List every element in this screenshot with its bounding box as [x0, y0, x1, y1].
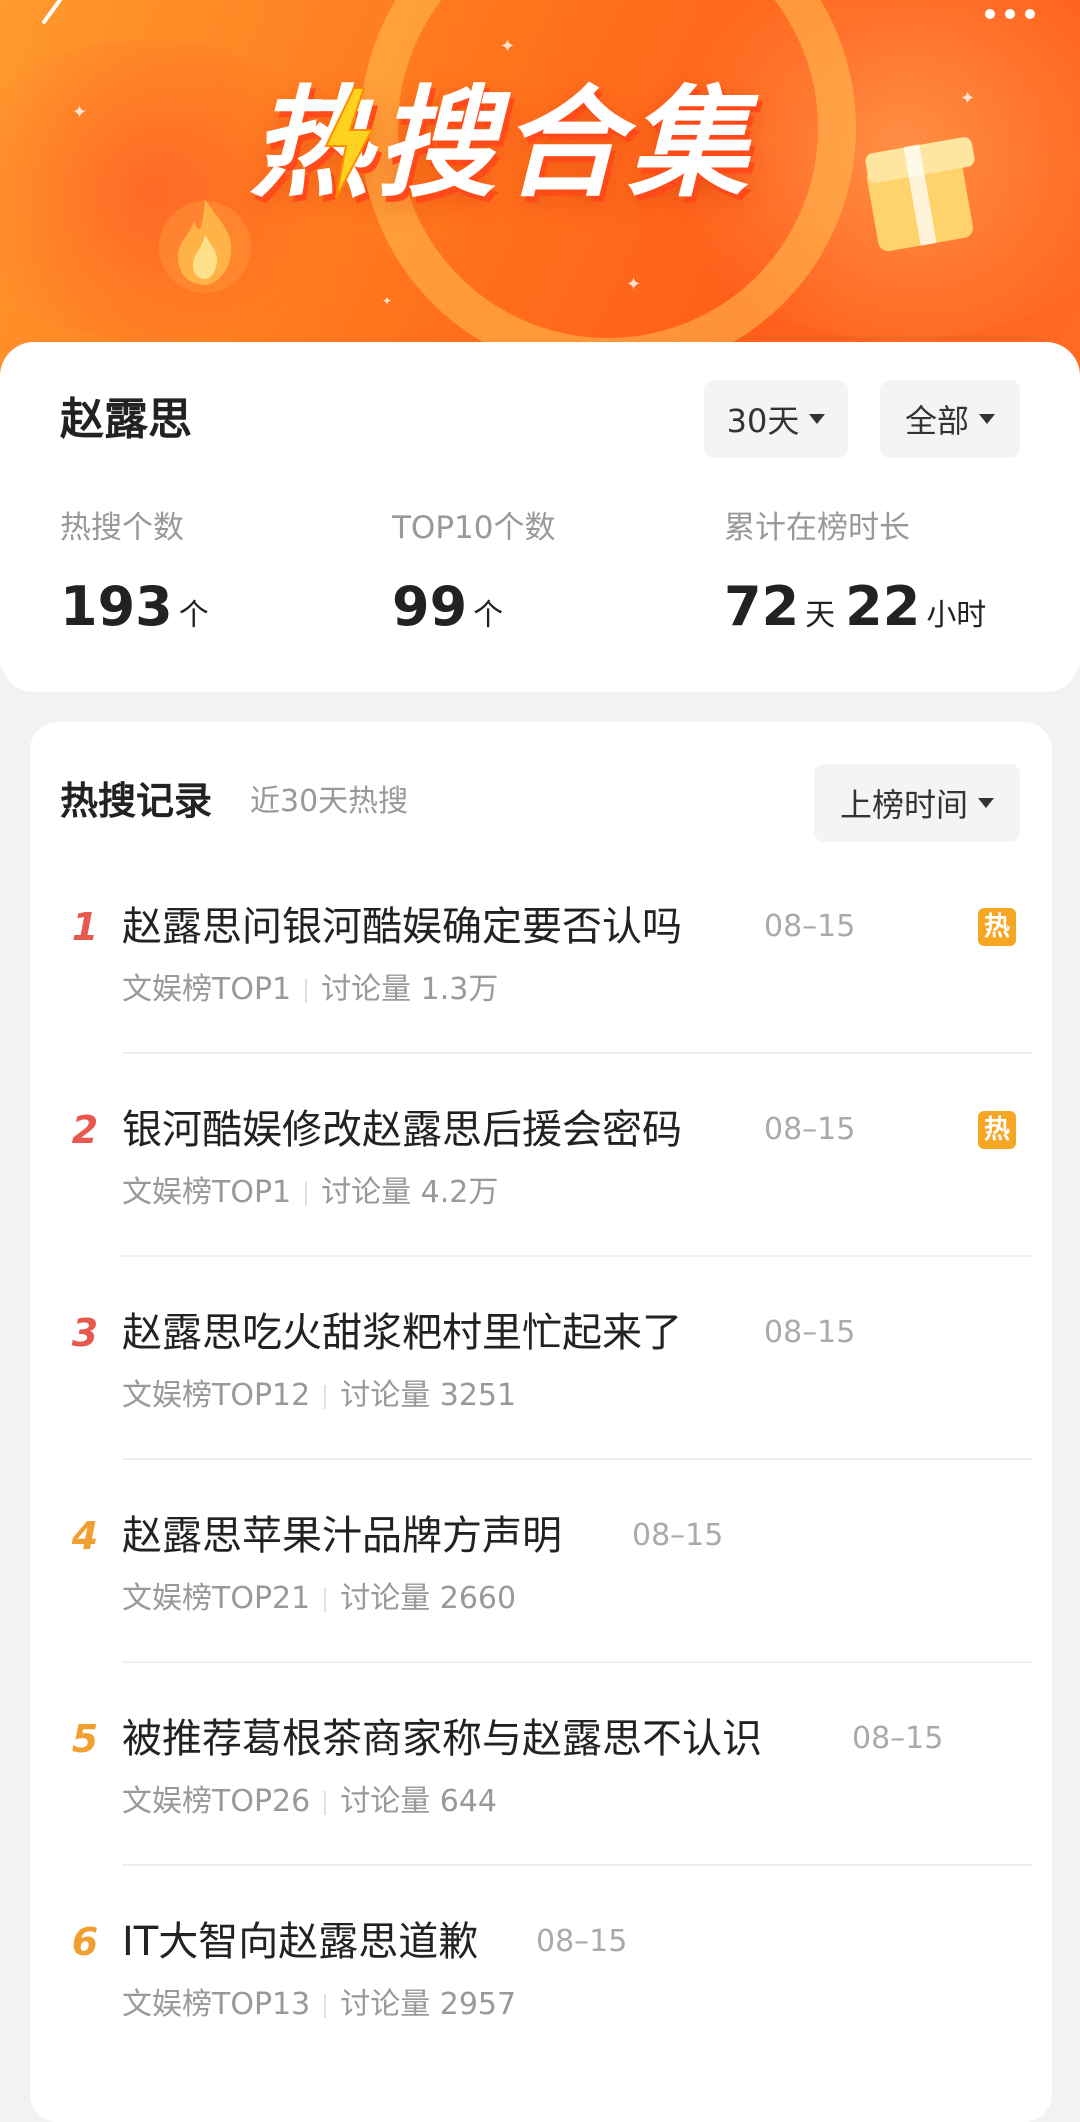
record-rank: 6	[71, 1920, 99, 1964]
meta-separator	[324, 1384, 327, 1409]
dropdown-triangle-icon	[809, 414, 826, 424]
record-rank: 4	[71, 1514, 99, 1558]
celebrity-name: 赵露思	[60, 390, 192, 450]
type-filter-label: 全部	[904, 402, 969, 440]
dropdown-triangle-icon	[978, 798, 994, 808]
record-title[interactable]: IT大智向赵露思道歉	[122, 1915, 478, 1969]
stat-hours-value: 22	[845, 575, 921, 638]
record-title[interactable]: 银河酷娱修改赵露思后援会密码	[122, 1103, 682, 1157]
record-board-rank: 文娱榜TOP12	[122, 1378, 311, 1413]
sort-label: 上榜时间	[839, 786, 968, 824]
record-divider	[122, 1864, 1032, 1866]
stat-value: 193	[60, 575, 173, 638]
more-dots-icon[interactable]	[975, 0, 1045, 34]
record-discussion-count: 讨论量 644	[340, 1784, 497, 1819]
hot-badge: 热	[978, 908, 1016, 946]
record-board-rank: 文娱榜TOP26	[122, 1784, 311, 1819]
stat-days-value: 72	[724, 575, 800, 638]
record-divider	[122, 1661, 1032, 1663]
record-date: 08–15	[536, 1924, 628, 1959]
record-discussion-count: 讨论量 4.2万	[321, 1175, 499, 1210]
sparkle-icon: ✦	[500, 36, 516, 57]
meta-separator	[324, 1993, 327, 2018]
stat-label-hot-count: 热搜个数	[60, 510, 184, 546]
stat-total-duration: 72 天 22 小时	[724, 572, 996, 655]
sort-dropdown[interactable]: 上榜时间	[814, 764, 1020, 842]
period-filter-label: 30天	[726, 402, 800, 440]
record-date: 08–15	[852, 1721, 944, 1756]
record-board-rank: 文娱榜TOP13	[122, 1987, 311, 2022]
sparkle-icon: ✦	[382, 294, 393, 308]
stat-label-top10-count: TOP10个数	[392, 510, 556, 546]
period-filter-dropdown[interactable]: 30天	[704, 380, 848, 458]
dropdown-triangle-icon	[979, 414, 995, 424]
record-rank: 1	[71, 905, 99, 949]
hot-badge: 热	[978, 1111, 1016, 1149]
record-date: 08–15	[764, 1315, 856, 1350]
record-meta: 文娱榜TOP1 讨论量 1.3万	[122, 968, 498, 1012]
record-board-rank: 文娱榜TOP21	[122, 1581, 311, 1616]
record-divider	[122, 1458, 1032, 1460]
record-title[interactable]: 赵露思吃火甜浆粑村里忙起来了	[122, 1306, 682, 1360]
header-banner: ✦ ✦ ✦ ✦ ✦ 热搜合集	[0, 0, 1080, 390]
sparkle-icon: ✦	[960, 88, 976, 109]
record-date: 08–15	[764, 909, 856, 944]
record-discussion-count: 讨论量 2957	[340, 1987, 517, 2022]
stat-hours-unit: 小时	[926, 598, 987, 633]
record-discussion-count: 讨论量 2660	[340, 1581, 517, 1616]
type-filter-dropdown[interactable]: 全部	[880, 380, 1020, 458]
record-date: 08–15	[632, 1518, 724, 1553]
meta-separator	[305, 978, 308, 1003]
record-rank: 5	[71, 1717, 99, 1761]
meta-separator	[324, 1790, 327, 1815]
record-title[interactable]: 赵露思问银河酷娱确定要否认吗	[122, 900, 682, 954]
record-divider	[122, 1052, 1032, 1054]
stat-unit: 个	[473, 598, 504, 633]
record-meta: 文娱榜TOP1 讨论量 4.2万	[122, 1171, 498, 1215]
back-chevron-icon[interactable]	[30, 0, 74, 44]
stat-value: 99	[392, 575, 468, 638]
meta-separator	[305, 1181, 308, 1206]
record-date: 08–15	[764, 1112, 856, 1147]
stat-unit: 个	[178, 598, 209, 633]
meta-separator	[324, 1587, 327, 1612]
record-meta: 文娱榜TOP13 讨论量 2957	[122, 1983, 516, 2027]
celebrity-name-text: 赵露思	[60, 394, 192, 445]
record-board-rank: 文娱榜TOP1	[122, 972, 292, 1007]
stat-label-total-duration: 累计在榜时长	[724, 510, 910, 546]
record-meta: 文娱榜TOP21 讨论量 2660	[122, 1577, 516, 1621]
lightning-bolt-icon	[324, 88, 374, 198]
record-rank: 3	[71, 1311, 99, 1355]
record-title[interactable]: 被推荐葛根茶商家称与赵露思不认识	[122, 1712, 762, 1766]
sparkle-icon: ✦	[626, 274, 642, 295]
records-title: 热搜记录	[60, 779, 213, 823]
record-meta: 文娱榜TOP26 讨论量 644	[122, 1780, 497, 1824]
records-subtitle: 近30天热搜	[250, 784, 409, 819]
stat-days-unit: 天	[805, 598, 836, 633]
flame-icon	[159, 199, 251, 293]
record-rank: 2	[71, 1108, 99, 1152]
record-title[interactable]: 赵露思苹果汁品牌方声明	[122, 1509, 562, 1563]
gift-box-icon	[865, 137, 975, 252]
sparkle-icon: ✦	[72, 102, 88, 123]
record-divider	[122, 1255, 1032, 1257]
record-discussion-count: 讨论量 1.3万	[321, 972, 499, 1007]
record-meta: 文娱榜TOP12 讨论量 3251	[122, 1374, 516, 1418]
record-board-rank: 文娱榜TOP1	[122, 1175, 292, 1210]
stat-hot-count: 193 个	[60, 572, 219, 655]
record-discussion-count: 讨论量 3251	[340, 1378, 517, 1413]
stat-top10-count: 99 个	[392, 572, 513, 655]
